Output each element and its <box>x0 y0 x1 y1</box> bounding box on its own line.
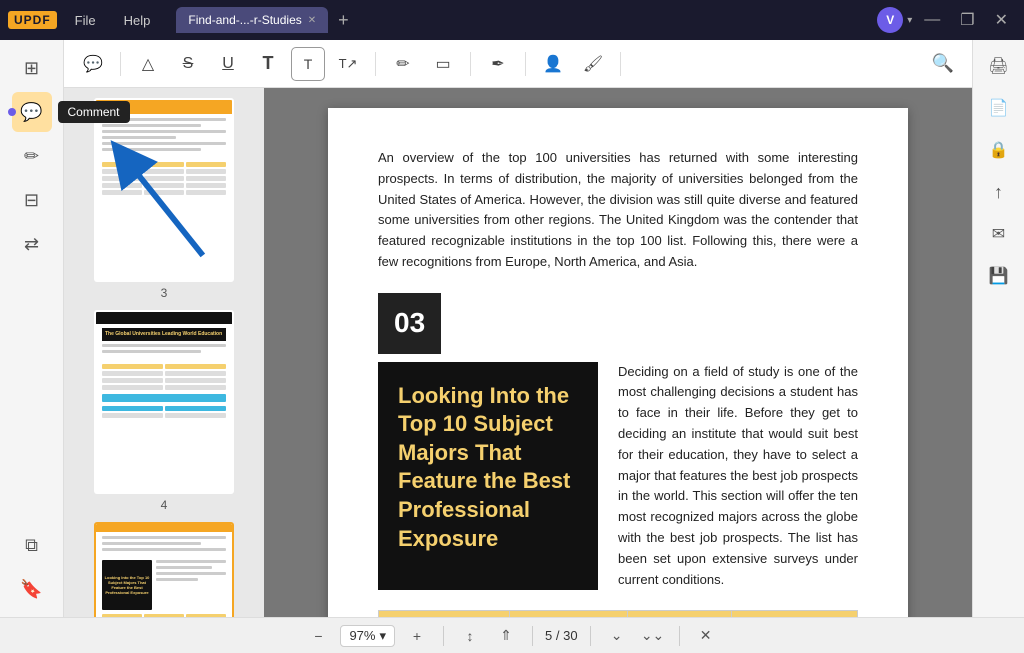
next-page-fast-btn[interactable]: ⌄⌄ <box>639 622 667 650</box>
user-avatar[interactable]: V <box>877 7 903 33</box>
text-type-btn[interactable]: T <box>251 47 285 81</box>
highlight-btn[interactable]: ✏ <box>386 47 420 81</box>
thumb-inner-3 <box>96 100 232 280</box>
thumbnail-page-4[interactable]: The Global Universities Leading World Ed… <box>94 310 234 512</box>
zoom-out-btn[interactable]: − <box>304 622 332 650</box>
comment-icon: 💬 <box>20 102 42 123</box>
thumb-frame-4: The Global Universities Leading World Ed… <box>94 310 234 494</box>
edit-icon: ✏ <box>24 146 39 167</box>
thumb-num-3: 3 <box>161 286 168 300</box>
section-content: Looking Into the Top 10 Subject Majors T… <box>378 362 858 591</box>
menu-help[interactable]: Help <box>114 13 161 28</box>
page-display: 5 / 30 <box>545 628 578 643</box>
tab-label: Find-and-...-r-Studies <box>188 13 301 27</box>
stamp-btn[interactable]: △ <box>131 47 165 81</box>
left-sidebar: ⊞ 💬 Comment ✏ ⊟ ⇄ ⧉ 🔖 <box>0 40 64 617</box>
prev-page-btn[interactable]: ⌄ <box>603 622 631 650</box>
tab-close-btn[interactable]: ✕ <box>308 15 316 26</box>
thumbnail-page-3[interactable]: 3 <box>94 98 234 300</box>
section-number-box: 03 <box>378 293 858 362</box>
right-sidebar: 🖨 📄 🔒 ↑ ✉ 💾 <box>972 40 1024 617</box>
window-controls: V ▾ — ❐ ✕ <box>877 6 1016 34</box>
sidebar-bookmark-icon[interactable]: 🔖 <box>12 569 52 609</box>
sep1 <box>120 52 121 76</box>
thumbnail-page-5[interactable]: Looking Into the Top 10 Subject Majors T… <box>94 522 234 617</box>
minimize-btn[interactable]: — <box>916 7 948 33</box>
sidebar-comment-icon[interactable]: 💬 Comment <box>12 92 52 132</box>
data-table: Major Mid-Career Salary (Yearly) Median … <box>378 610 858 617</box>
sidebar-organize-icon[interactable]: ⊟ <box>12 180 52 220</box>
add-tab-btn[interactable]: + <box>332 10 355 31</box>
fit-width-btn[interactable]: ⇑ <box>492 622 520 650</box>
pdf-page: An overview of the top 100 universities … <box>328 108 908 617</box>
bottom-sep1 <box>443 626 444 646</box>
thumb-inner-5: Looking Into the Top 10 Subject Majors T… <box>96 524 232 617</box>
stamp-user-btn[interactable]: 👤 <box>536 47 570 81</box>
bottom-sep3 <box>590 626 591 646</box>
zoom-display: 97% ▾ <box>340 625 395 647</box>
thumbnail-panel: 3 The Global Universities Leading World … <box>64 88 264 617</box>
sep2 <box>375 52 376 76</box>
main-layout: ⊞ 💬 Comment ✏ ⊟ ⇄ ⧉ 🔖 💬 <box>0 40 1024 617</box>
thumb-num-4: 4 <box>161 498 168 512</box>
zoom-dropdown-arrow[interactable]: ▾ <box>379 628 386 644</box>
sep4 <box>525 52 526 76</box>
active-indicator <box>8 108 16 116</box>
zoom-value: 97% <box>349 628 375 643</box>
comment-tool-btn[interactable]: 💬 <box>76 47 110 81</box>
toolbar: 💬 △ S U T T T↗ ✏ ▭ ✒ 👤 🖌 🔍 <box>64 40 972 88</box>
title-bar: UPDF File Help Find-and-...-r-Studies ✕ … <box>0 0 1024 40</box>
sep5 <box>620 52 621 76</box>
avatar-dropdown[interactable]: ▾ <box>907 15 912 26</box>
sidebar-edit-icon[interactable]: ✏ <box>12 136 52 176</box>
shape-btn[interactable]: ▭ <box>426 47 460 81</box>
bottom-sep4 <box>679 626 680 646</box>
app-logo: UPDF <box>8 11 57 29</box>
search-btn[interactable]: 🔍 <box>926 47 960 81</box>
close-btn[interactable]: ✕ <box>987 6 1016 34</box>
thumb-frame-5: Looking Into the Top 10 Subject Majors T… <box>94 522 234 617</box>
pencil-btn[interactable]: ✒ <box>481 47 515 81</box>
underline-btn[interactable]: U <box>211 47 245 81</box>
intro-text: An overview of the top 100 universities … <box>378 148 858 273</box>
content-area: 💬 △ S U T T T↗ ✏ ▭ ✒ 👤 🖌 🔍 <box>64 40 1024 617</box>
fit-page-btn[interactable]: ↕ <box>456 622 484 650</box>
menu-file[interactable]: File <box>65 13 106 28</box>
sidebar-layers-icon[interactable]: ⧉ <box>12 525 52 565</box>
color-fill-btn[interactable]: 🖌 <box>576 47 610 81</box>
zoom-in-btn[interactable]: + <box>403 622 431 650</box>
layers-icon: ⧉ <box>25 535 38 556</box>
thumb-inner-4: The Global Universities Leading World Ed… <box>96 312 232 492</box>
sidebar-pages-icon[interactable]: ⊞ <box>12 48 52 88</box>
maximize-btn[interactable]: ❐ <box>952 6 982 34</box>
convert-icon: ⇄ <box>24 234 39 255</box>
thumb-frame-3 <box>94 98 234 282</box>
organize-icon: ⊟ <box>24 190 39 211</box>
bottom-bar: − 97% ▾ + ↕ ⇑ 5 / 30 ⌄ ⌄⌄ ✕ <box>0 617 1024 653</box>
bottom-sep2 <box>532 626 533 646</box>
section-body: Deciding on a field of study is one of t… <box>618 362 858 591</box>
strikethrough-btn[interactable]: S <box>171 47 205 81</box>
comment-tooltip: Comment <box>58 101 130 123</box>
sidebar-convert-icon[interactable]: ⇄ <box>12 224 52 264</box>
text-box-btn[interactable]: T <box>291 47 325 81</box>
right-mail-icon[interactable]: ✉ <box>981 216 1017 252</box>
section-title: Looking Into the Top 10 Subject Majors T… <box>378 362 598 591</box>
callout-btn[interactable]: T↗ <box>331 47 365 81</box>
right-print-icon[interactable]: 🖨 <box>981 48 1017 84</box>
close-bottom-btn[interactable]: ✕ <box>692 622 720 650</box>
tab-bar: Find-and-...-r-Studies ✕ + <box>176 7 869 33</box>
active-tab[interactable]: Find-and-...-r-Studies ✕ <box>176 7 328 33</box>
bookmark-icon: 🔖 <box>20 579 42 600</box>
right-save-icon[interactable]: 💾 <box>981 258 1017 294</box>
sep3 <box>470 52 471 76</box>
right-pages-icon[interactable]: 📄 <box>981 90 1017 126</box>
pages-icon: ⊞ <box>24 58 39 79</box>
right-lock-icon[interactable]: 🔒 <box>981 132 1017 168</box>
right-share-icon[interactable]: ↑ <box>981 174 1017 210</box>
pdf-viewer[interactable]: An overview of the top 100 universities … <box>264 88 972 617</box>
